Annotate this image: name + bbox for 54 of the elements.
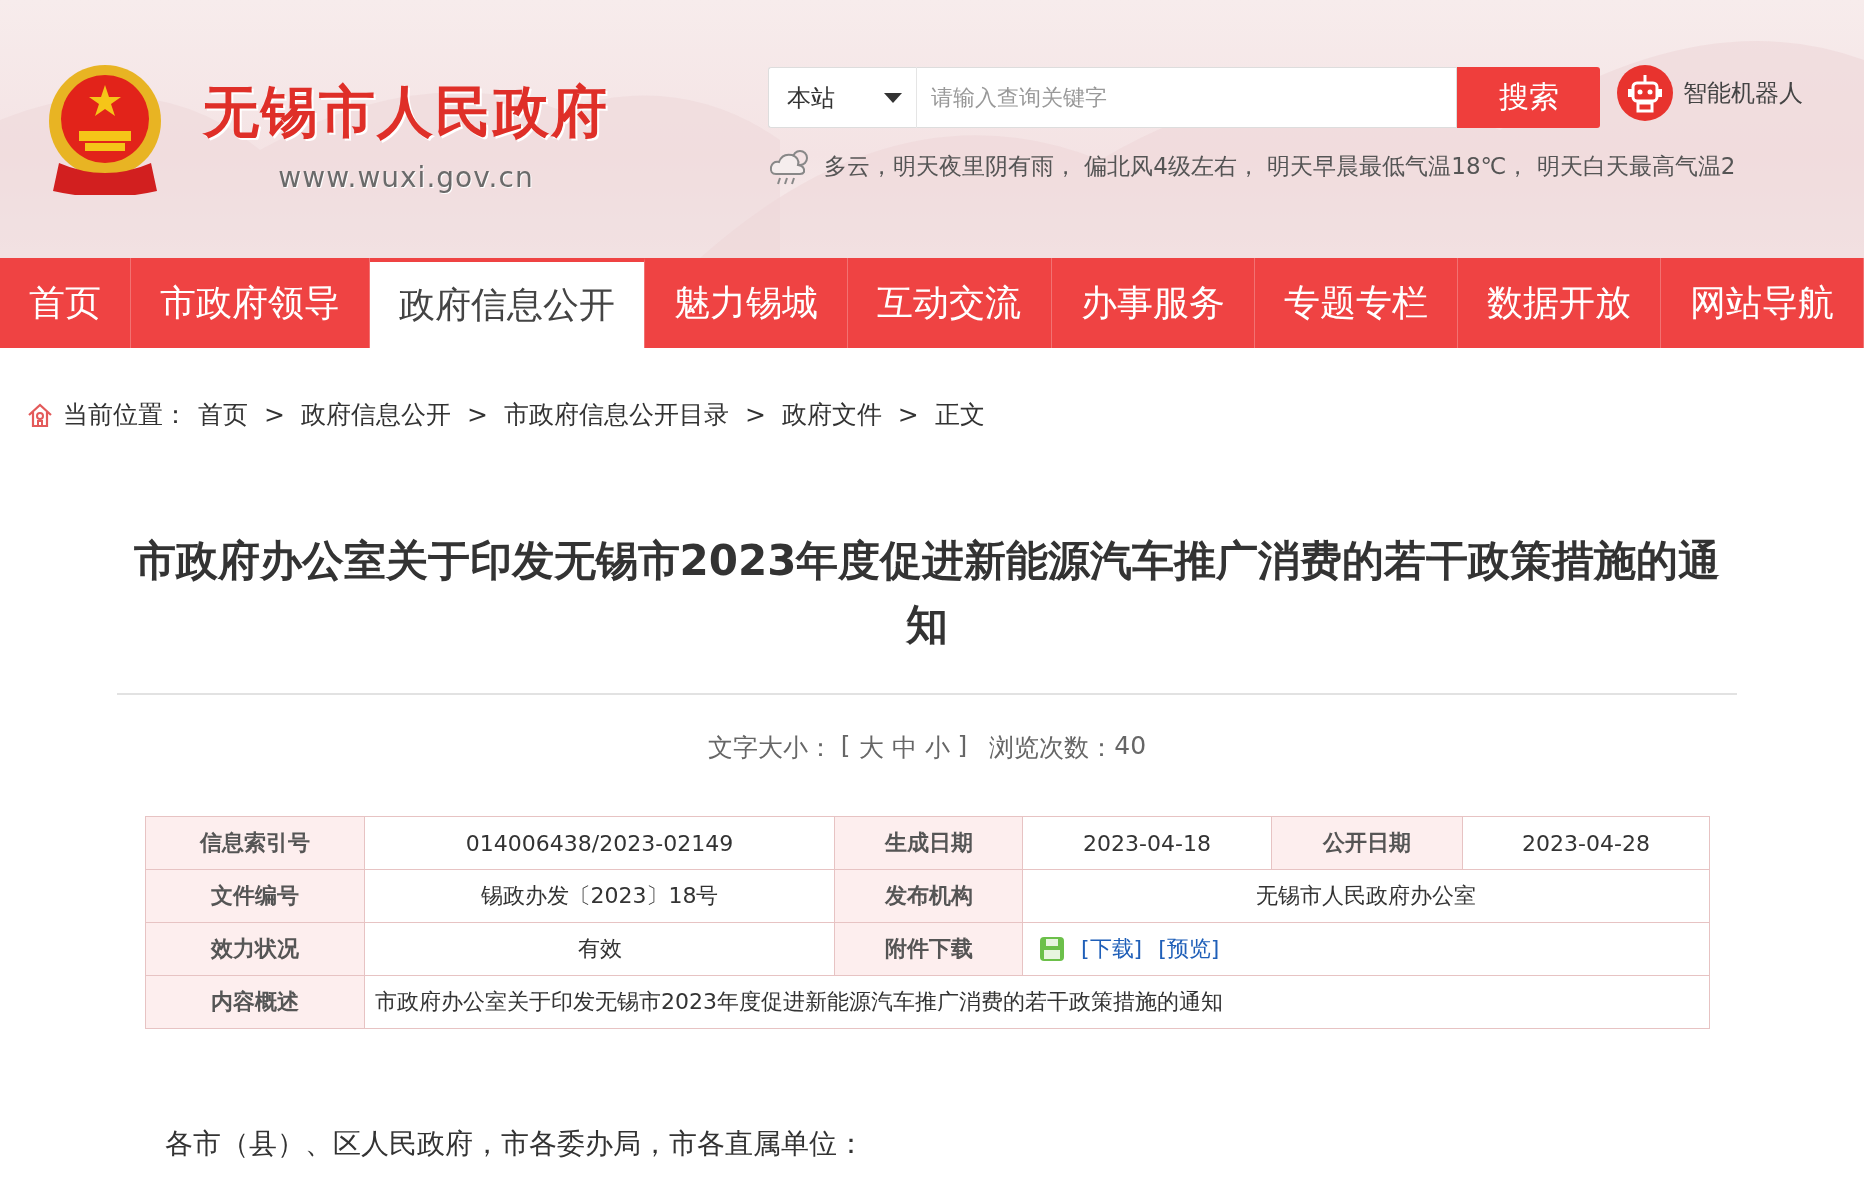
breadcrumb-separator: > — [466, 400, 488, 429]
search-scope-dropdown[interactable]: 本站 — [768, 67, 917, 128]
table-cell: 2023-04-28 — [1463, 817, 1710, 870]
attachment-link[interactable]: [预览] — [1158, 934, 1220, 964]
nav-tab[interactable]: 办事服务 — [1051, 258, 1255, 348]
font-size-link[interactable]: 大 — [858, 731, 884, 764]
article-title: 市政府办公室关于印发无锡市2023年度促进新能源汽车推广消费的若干政策措施的通知 — [117, 529, 1737, 695]
search-button[interactable]: 搜索 — [1457, 67, 1600, 128]
nav-tab[interactable]: 政府信息公开 — [370, 258, 646, 348]
table-cell: 无锡市人民政府办公室 — [1023, 870, 1710, 923]
views-label: 浏览次数： — [989, 732, 1115, 764]
breadcrumb-link[interactable]: 正文 — [934, 398, 985, 431]
breadcrumb-link[interactable]: 首页 — [198, 398, 248, 431]
bracket: ] — [957, 731, 968, 762]
table-header-cell: 效力状况 — [146, 923, 365, 976]
nav-tab[interactable]: 数据开放 — [1457, 258, 1661, 348]
table-header-cell: 附件下载 — [835, 923, 1023, 976]
bracket: [ — [840, 731, 851, 762]
nav-tab[interactable]: 首页 — [0, 258, 132, 348]
breadcrumb-link[interactable]: 政府信息公开 — [300, 398, 451, 431]
nav-tab[interactable]: 魅力锡城 — [645, 258, 849, 348]
robot-label[interactable]: 智能机器人 — [1683, 76, 1803, 109]
breadcrumb-link[interactable]: 政府文件 — [781, 398, 882, 431]
home-icon — [27, 401, 53, 428]
robot-icon[interactable] — [1617, 64, 1673, 121]
site-url: www.wuxi.gov.cn — [278, 160, 534, 194]
table-header-cell: 信息索引号 — [146, 817, 365, 870]
table-header-cell: 文件编号 — [146, 870, 365, 923]
table-cell: 锡政办发〔2023〕18号 — [365, 870, 835, 923]
table-header-cell: 公开日期 — [1272, 817, 1463, 870]
font-size-link[interactable]: 小 — [924, 731, 950, 764]
nav-tab[interactable]: 互动交流 — [848, 258, 1052, 348]
views-count: 40 — [1114, 731, 1147, 762]
table-header-cell: 生成日期 — [835, 817, 1023, 870]
breadcrumb-separator: > — [897, 400, 919, 429]
font-size-label: 文字大小： — [707, 732, 833, 764]
attachment-link[interactable]: [下载] — [1081, 934, 1143, 964]
site-name: 无锡市人民政府 — [203, 77, 609, 146]
breadcrumb-link[interactable]: 市政府信息公开目录 — [503, 398, 729, 431]
table-cell: 有效 — [365, 923, 835, 976]
weather-text: 多云，明天夜里阴有雨， 偏北风4级左右， 明天早晨最低气温18℃， 明天白天最高气温2 — [824, 151, 1736, 181]
breadcrumb-separator: > — [744, 400, 766, 429]
breadcrumb-separator: > — [264, 400, 285, 429]
table-header-cell: 内容概述 — [146, 976, 365, 1029]
breadcrumb-label: 当前位置： — [63, 399, 188, 431]
table-cell: 市政府办公室关于印发无锡市2023年度促进新能源汽车推广消费的若干政策措施的通知 — [365, 976, 1710, 1029]
table-header-cell: 发布机构 — [835, 870, 1023, 923]
nav-tab[interactable]: 网站导航 — [1660, 258, 1864, 348]
body-paragraph: 各市（县）、区人民政府，市各委办局，市各直属单位： — [165, 1126, 866, 1162]
font-size-link[interactable]: 中 — [891, 731, 917, 764]
caret-icon — [884, 92, 902, 103]
nav-tab[interactable]: 专题专栏 — [1254, 258, 1458, 348]
table-cell: 014006438/2023-02149 — [365, 817, 835, 870]
search-field[interactable]: 请输入查询关键字 — [917, 67, 1457, 128]
